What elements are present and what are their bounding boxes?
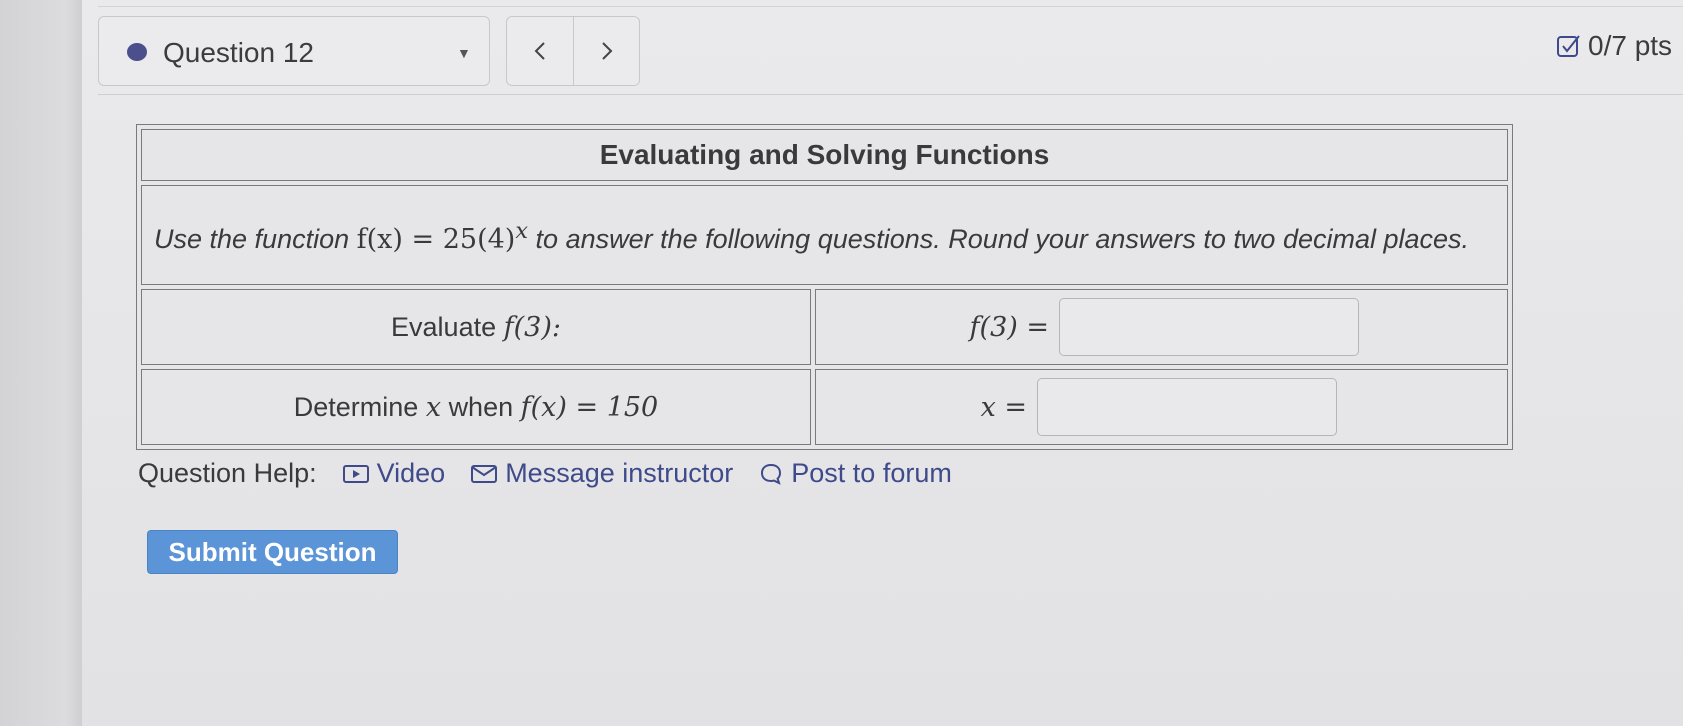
top-rule (98, 0, 1683, 7)
function-exponent: x (515, 217, 529, 244)
checkbox-score-icon (1557, 35, 1580, 57)
header-divider (98, 94, 1683, 95)
prompt-determine: Determine x when f(x) = 150 (141, 369, 811, 445)
dropdown-caret-icon: ▼ (457, 45, 471, 61)
message-link-text: Message instructor (505, 458, 734, 488)
previous-question-button[interactable] (507, 17, 574, 85)
video-icon (342, 464, 369, 483)
question-status-dot (127, 43, 147, 61)
problem-title: Evaluating and Solving Functions (141, 129, 1508, 181)
left-margin-strip (0, 0, 83, 726)
function-expression: f(x) = 25(4)x (356, 218, 528, 255)
forum-link-text: Post to forum (791, 458, 952, 488)
points-text: 0/7 pts (1588, 30, 1673, 61)
next-question-button[interactable] (574, 17, 640, 85)
instruction-prefix: Use the function (154, 223, 350, 254)
instruction-suffix: to answer the following questions. Round… (535, 223, 1470, 254)
problem-instructions: Use the function f(x) = 25(4)x to answer… (141, 185, 1508, 285)
question-help: Question Help: Video Message instructor … (138, 458, 952, 489)
answer-label: x = (980, 391, 1027, 423)
answer-label: f(3) = (969, 311, 1049, 343)
points-indicator: 0/7 pts (1556, 30, 1672, 62)
help-label: Question Help: (138, 458, 317, 488)
question-selector[interactable]: Question 12 ▼ (98, 16, 490, 86)
video-link[interactable]: Video (342, 458, 446, 489)
prompt-math: f(x) = 150 (520, 391, 659, 423)
submit-question-button[interactable]: Submit Question (147, 530, 398, 574)
question-label: Question 12 (163, 37, 314, 68)
prompt-evaluate: Evaluate f(3): (141, 289, 811, 365)
f3-answer-input[interactable] (1059, 298, 1359, 356)
problem-table: Evaluating and Solving Functions Use the… (136, 124, 1513, 450)
prompt-math: f(3): (503, 311, 561, 343)
post-to-forum-link[interactable]: Post to forum (759, 458, 952, 489)
video-link-text: Video (376, 458, 446, 488)
message-instructor-link[interactable]: Message instructor (471, 458, 733, 489)
prompt-text: when (448, 391, 514, 422)
prompt-text: Determine (293, 391, 419, 422)
question-nav (506, 16, 640, 86)
prompt-text: Evaluate (391, 311, 497, 342)
speech-bubble-icon (761, 463, 782, 485)
answer-cell-evaluate: f(3) = (815, 289, 1508, 365)
chevron-left-icon (534, 42, 545, 60)
answer-cell-determine: x = (815, 369, 1508, 445)
prompt-variable: x (425, 391, 442, 423)
chevron-right-icon (602, 42, 613, 60)
function-body: f(x) = 25(4) (356, 223, 516, 255)
x-answer-input[interactable] (1037, 378, 1337, 436)
mail-icon (471, 464, 498, 483)
